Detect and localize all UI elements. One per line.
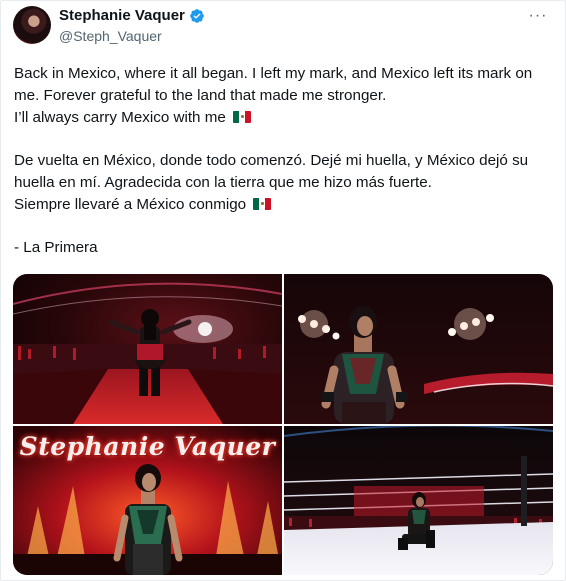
media-grid: Stephanie Vaquer [13,274,553,575]
avatar[interactable] [13,6,51,44]
signature-text: - La Primera [14,239,98,256]
tweet-text: Back in Mexico, where it all began. I le… [14,63,544,280]
verified-badge-icon [189,8,205,24]
text-en-2: I’ll always carry Mexico with me [14,109,226,126]
photo-ring-kneel[interactable] [284,426,553,575]
titantron-name-text: Stephanie Vaquer [19,432,276,461]
name-row: Stephanie Vaquer [59,7,205,25]
photo-titantron[interactable]: Stephanie Vaquer [13,426,282,575]
photo-entrance-back[interactable] [13,274,282,424]
signature-paragraph: - La Primera [14,237,544,259]
text-es-2: Siempre llevaré a México conmigo [14,196,247,213]
tweet-header: Stephanie Vaquer @Steph_Vaquer [59,7,205,45]
tweet-card: Stephanie Vaquer @Steph_Vaquer ··· Back … [0,0,566,581]
text-en-1: Back in Mexico, where it all began. I le… [14,65,533,104]
paragraph-spanish: De vuelta en México, donde todo comenzó.… [14,150,544,216]
user-handle[interactable]: @Steph_Vaquer [59,27,205,45]
paragraph-english: Back in Mexico, where it all began. I le… [14,63,544,129]
mexico-flag-icon [253,198,272,210]
text-es-1: De vuelta en México, donde todo comenzó.… [14,152,529,191]
mexico-flag-icon [233,111,252,123]
photo-entrance-front[interactable] [284,274,553,424]
display-name[interactable]: Stephanie Vaquer [59,7,185,25]
more-options-icon[interactable]: ··· [527,7,549,25]
